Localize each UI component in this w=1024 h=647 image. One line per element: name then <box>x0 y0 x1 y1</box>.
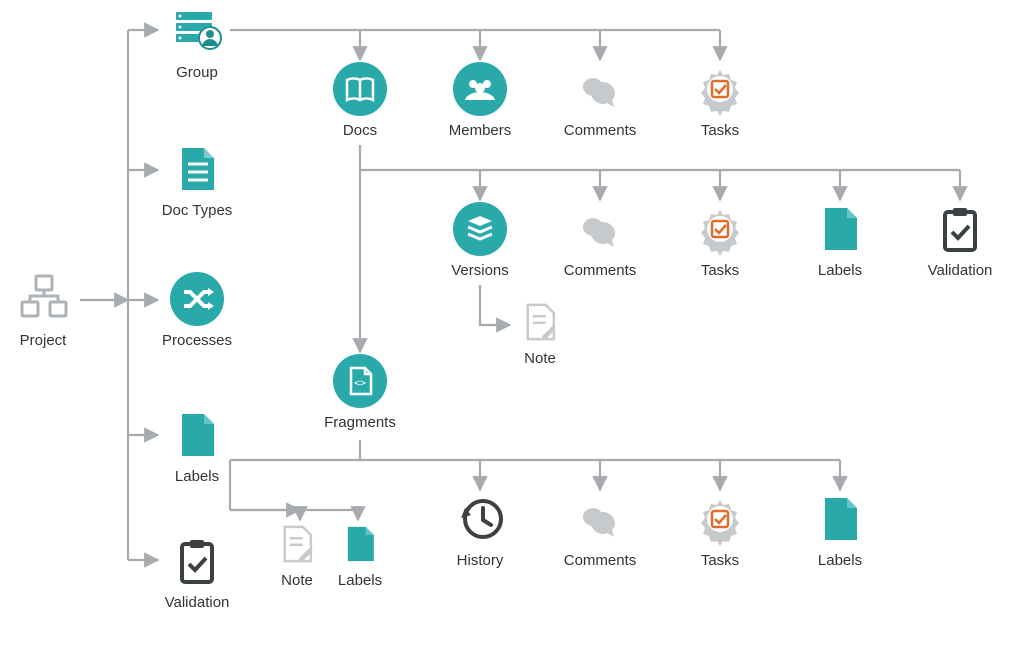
group-icon <box>170 4 224 58</box>
comments-icon <box>573 202 627 256</box>
node-comments-frag: Comments <box>555 492 645 569</box>
node-note-frag: Note <box>262 522 332 589</box>
processes-icon <box>170 272 224 326</box>
node-tasks-group: Tasks <box>675 62 765 139</box>
node-history: History <box>435 492 525 569</box>
node-label: Processes <box>152 332 242 349</box>
note-icon <box>518 300 562 344</box>
node-label: Tasks <box>675 122 765 139</box>
doc-types-icon <box>170 142 224 196</box>
node-validation-doc: Validation <box>915 202 1005 279</box>
tasks-icon <box>693 202 747 256</box>
node-tasks-doc: Tasks <box>675 202 765 279</box>
note-icon <box>275 522 319 566</box>
node-label: Note <box>500 350 580 367</box>
labels-icon <box>338 522 382 566</box>
diagram-canvas: <> <box>0 0 1024 647</box>
validation-icon <box>933 202 987 256</box>
comments-icon <box>573 492 627 546</box>
node-note-version: Note <box>500 300 580 367</box>
node-label: Project <box>0 332 88 349</box>
node-docs: Docs <box>315 62 405 139</box>
node-label: History <box>435 552 525 569</box>
node-project: Project <box>0 272 88 349</box>
labels-icon <box>813 202 867 256</box>
node-doc-types: Doc Types <box>152 142 242 219</box>
node-label: Doc Types <box>152 202 242 219</box>
node-label: Members <box>435 122 525 139</box>
node-comments-group: Comments <box>555 62 645 139</box>
node-versions: Versions <box>435 202 525 279</box>
node-label: Group <box>152 64 242 81</box>
node-label: Tasks <box>675 262 765 279</box>
node-label: Versions <box>435 262 525 279</box>
node-label: Tasks <box>675 552 765 569</box>
tasks-icon <box>693 492 747 546</box>
labels-icon <box>813 492 867 546</box>
node-tasks-frag: Tasks <box>675 492 765 569</box>
tasks-icon <box>693 62 747 116</box>
node-label: Comments <box>555 552 645 569</box>
node-label: Validation <box>152 594 242 611</box>
labels-icon <box>170 408 224 462</box>
node-fragments: Fragments <box>315 354 405 431</box>
node-members: Members <box>435 62 525 139</box>
docs-icon <box>333 62 387 116</box>
node-labels-project: Labels <box>152 408 242 485</box>
node-label: Labels <box>795 552 885 569</box>
node-labels-frag: Labels <box>795 492 885 569</box>
members-icon <box>453 62 507 116</box>
node-label: Note <box>262 572 332 589</box>
node-label: Comments <box>555 262 645 279</box>
node-label: Labels <box>325 572 395 589</box>
node-label: Labels <box>795 262 885 279</box>
node-labels-doc: Labels <box>795 202 885 279</box>
node-processes: Processes <box>152 272 242 349</box>
node-labels-frag2: Labels <box>325 522 395 589</box>
node-validation-project: Validation <box>152 534 242 611</box>
fragments-icon <box>333 354 387 408</box>
node-label: Docs <box>315 122 405 139</box>
node-comments-doc: Comments <box>555 202 645 279</box>
history-icon <box>453 492 507 546</box>
versions-icon <box>453 202 507 256</box>
node-label: Labels <box>152 468 242 485</box>
node-group: Group <box>152 4 242 81</box>
node-label: Comments <box>555 122 645 139</box>
validation-icon <box>170 534 224 588</box>
project-icon <box>16 272 70 326</box>
node-label: Fragments <box>315 414 405 431</box>
node-label: Validation <box>915 262 1005 279</box>
comments-icon <box>573 62 627 116</box>
